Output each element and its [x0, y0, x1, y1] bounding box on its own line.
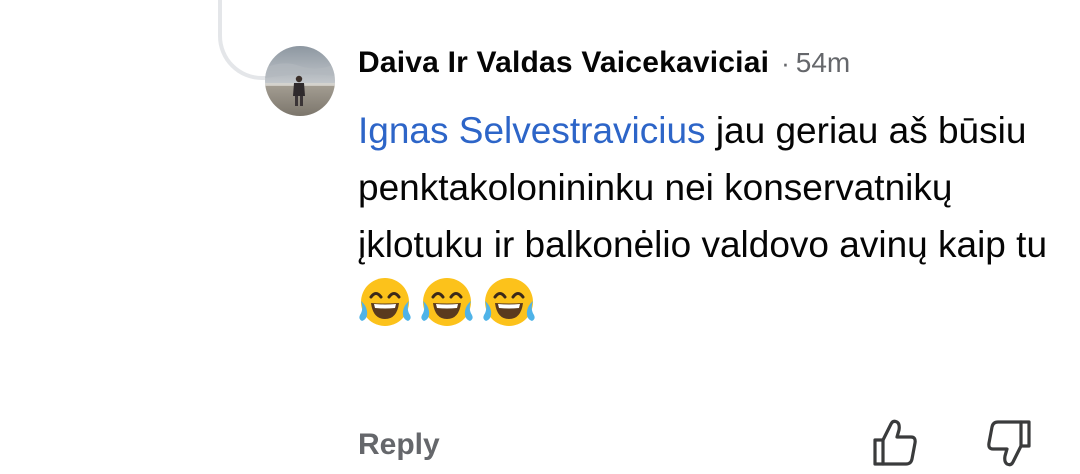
reply-button[interactable]: Reply — [358, 428, 440, 462]
thread-connector-line — [218, 0, 274, 80]
mention-link[interactable]: Ignas Selvestravicius — [358, 110, 706, 151]
emoji-row — [358, 275, 1058, 335]
face-with-tears-of-joy-icon — [421, 278, 473, 326]
avatar[interactable] — [265, 46, 335, 116]
face-with-tears-of-joy-icon — [359, 278, 411, 326]
timestamp[interactable]: 54m — [796, 47, 850, 79]
thumbs-down-icon[interactable] — [985, 418, 1033, 468]
thumbs-up-icon[interactable] — [871, 418, 919, 468]
separator-dot: · — [781, 48, 790, 78]
comment-header: Daiva Ir Valdas Vaicekaviciai · 54m — [358, 46, 1058, 92]
comment-body: Ignas Selvestravicius jau geriau aš būsi… — [358, 102, 1048, 273]
face-with-tears-of-joy-icon — [483, 278, 535, 326]
author-name[interactable]: Daiva Ir Valdas Vaicekaviciai — [358, 46, 769, 80]
comment: Daiva Ir Valdas Vaicekaviciai · 54m Igna… — [358, 46, 1058, 335]
comment-reply-screen: Daiva Ir Valdas Vaicekaviciai · 54m Igna… — [0, 0, 1080, 474]
